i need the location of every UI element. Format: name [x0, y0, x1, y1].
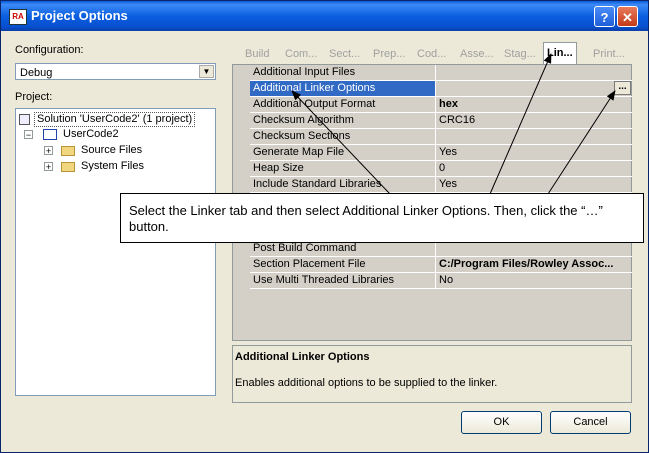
- arrow-to-linker-options: [291, 90, 391, 195]
- arrow-to-linker-tab: [489, 53, 552, 195]
- instruction-callout: Select the Linker tab and then select Ad…: [120, 193, 644, 243]
- arrow-to-ellipsis-button: [547, 90, 616, 195]
